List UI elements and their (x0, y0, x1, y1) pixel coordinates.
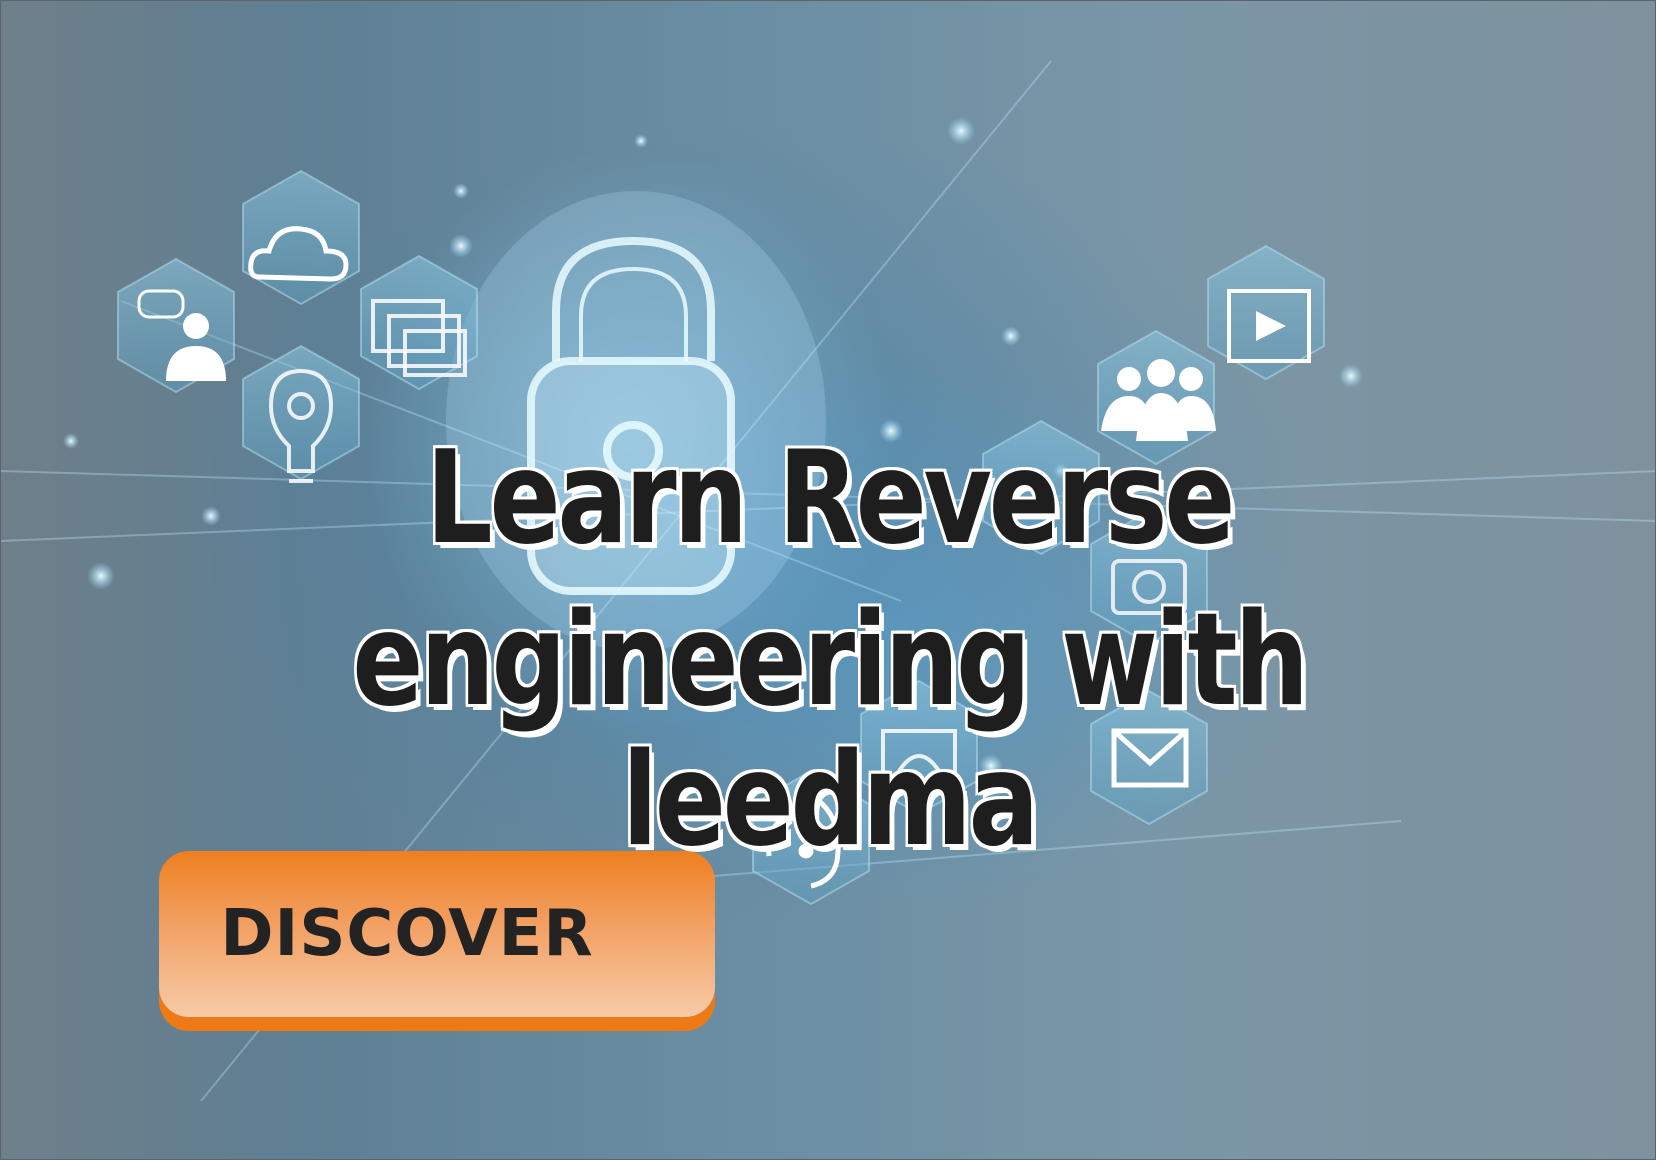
ad-banner[interactable]: Learn Reverse engineering with leedma DI… (0, 0, 1656, 1160)
headline-line-1: Learn Reverse (425, 424, 1236, 573)
headline-line-2: engineering with leedma (352, 586, 1309, 875)
discover-button-label: DISCOVER (220, 897, 594, 971)
discover-button[interactable]: DISCOVER (159, 851, 715, 1017)
